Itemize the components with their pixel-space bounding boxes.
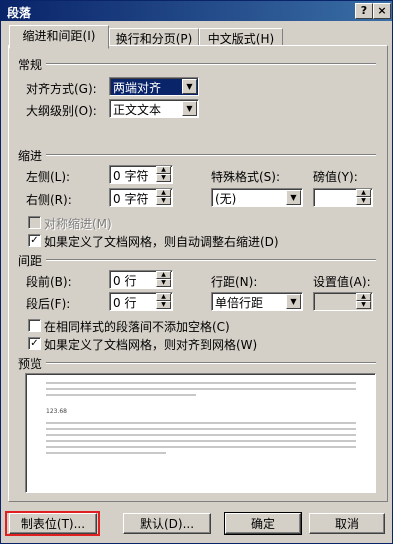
space-before-value: 0 行	[113, 274, 137, 288]
divider	[46, 63, 376, 65]
close-button[interactable]: ×	[373, 3, 391, 19]
snap-to-grid-checkbox[interactable]: ✓	[28, 337, 41, 350]
help-button[interactable]: ?	[355, 3, 373, 19]
ok-button[interactable]: 确定	[224, 512, 302, 535]
tab-indent-spacing[interactable]: 缩进和间距(I)	[9, 25, 109, 49]
alignment-label: 对齐方式(G):	[26, 82, 97, 96]
special-indent-label: 特殊格式(S):	[211, 170, 281, 184]
spin-down-icon[interactable]: ▼	[156, 301, 171, 309]
divider	[46, 259, 376, 261]
divider	[46, 362, 376, 364]
outline-level-label: 大纲级别(O):	[26, 104, 97, 118]
outline-level-select[interactable]: 正文文本 ▼	[109, 99, 199, 118]
line-spacing-value: 单倍行距	[215, 296, 264, 310]
preview-line	[46, 452, 166, 454]
chevron-down-icon[interactable]: ▼	[286, 190, 301, 205]
space-after-value: 0 行	[113, 296, 137, 310]
space-after-spinner[interactable]: 0 行 ▲ ▼	[109, 292, 173, 311]
snap-to-grid-label: 如果定义了文档网格，则对齐到网格(W)	[44, 338, 258, 352]
cancel-button[interactable]: 取消	[309, 513, 385, 534]
special-indent-select[interactable]: (无) ▼	[211, 188, 303, 207]
right-indent-spinner[interactable]: 0 字符 ▲ ▼	[109, 188, 173, 207]
left-indent-spinner[interactable]: 0 字符 ▲ ▼	[109, 165, 173, 184]
spin-down-icon[interactable]: ▼	[356, 197, 371, 205]
right-indent-label: 右侧(R):	[26, 193, 72, 207]
preview-line	[46, 428, 356, 430]
no-space-same-style-label: 在相同样式的段落间不添加空格(C)	[44, 320, 230, 334]
line-spacing-select[interactable]: 单倍行距 ▼	[211, 292, 303, 311]
auto-adjust-right-indent-checkbox[interactable]: ✓	[28, 234, 41, 247]
spin-down-icon[interactable]: ▼	[156, 279, 171, 287]
mirror-indent-label: 对称缩进(M)	[44, 217, 112, 231]
spin-up-icon[interactable]: ▲	[156, 271, 171, 279]
chevron-down-icon[interactable]: ▼	[182, 101, 197, 116]
spin-up-icon[interactable]: ▲	[156, 293, 171, 301]
spin-down-icon[interactable]: ▼	[156, 174, 171, 182]
preview-line	[46, 440, 356, 442]
preview-sample-number: 123.68	[46, 408, 67, 415]
general-section-title: 常规	[18, 58, 43, 72]
preview-line	[46, 446, 356, 448]
left-indent-label: 左侧(L):	[26, 170, 71, 184]
preview-line	[46, 434, 356, 436]
preview-line	[46, 394, 196, 396]
alignment-value: 两端对齐	[113, 81, 162, 95]
preview-line	[46, 388, 356, 390]
line-spacing-label: 行距(N):	[211, 275, 258, 289]
divider	[46, 154, 376, 156]
mirror-indent-checkbox[interactable]	[28, 216, 41, 229]
outline-level-value: 正文文本	[113, 103, 162, 117]
preview-pane: 123.68	[25, 373, 376, 493]
spin-up-icon[interactable]: ▲	[156, 189, 171, 197]
set-default-button[interactable]: 默认(D)...	[123, 513, 211, 534]
spin-up-icon[interactable]: ▲	[156, 166, 171, 174]
preview-section-title: 预览	[18, 357, 43, 371]
no-space-same-style-checkbox[interactable]	[28, 319, 41, 332]
indent-by-spinner[interactable]: ▲ ▼	[313, 188, 373, 207]
spin-up-icon[interactable]: ▲	[356, 189, 371, 197]
special-indent-value: (无)	[215, 192, 237, 206]
auto-adjust-right-indent-label: 如果定义了文档网格，则自动调整右缩进(D)	[44, 235, 279, 249]
preview-line	[46, 382, 356, 384]
space-before-spinner[interactable]: 0 行 ▲ ▼	[109, 270, 173, 289]
spin-up-icon[interactable]: ▲	[356, 293, 371, 301]
spacing-at-spinner[interactable]: ▲ ▼	[313, 292, 373, 311]
spin-down-icon[interactable]: ▼	[356, 301, 371, 309]
paragraph-dialog: 段落 ? × 缩进和间距(I) 换行和分页(P) 中文版式(H) 常规 对齐方式…	[0, 0, 393, 544]
chevron-down-icon[interactable]: ▼	[286, 294, 301, 309]
tabs-button-highlight	[5, 511, 100, 536]
chevron-down-icon[interactable]: ▼	[182, 79, 197, 94]
spacing-at-label: 设置值(A):	[313, 275, 371, 289]
space-after-label: 段后(F):	[26, 297, 71, 311]
spacing-section-title: 间距	[18, 254, 43, 268]
space-before-label: 段前(B):	[26, 275, 72, 289]
right-indent-value: 0 字符	[113, 192, 149, 206]
preview-line	[46, 422, 356, 424]
indent-section-title: 缩进	[18, 149, 43, 163]
title-bar: 段落 ? ×	[1, 1, 392, 21]
left-indent-value: 0 字符	[113, 169, 149, 183]
spin-down-icon[interactable]: ▼	[156, 197, 171, 205]
indent-by-label: 磅值(Y):	[313, 170, 358, 184]
alignment-select[interactable]: 两端对齐 ▼	[109, 77, 199, 96]
dialog-title: 段落	[7, 6, 32, 20]
